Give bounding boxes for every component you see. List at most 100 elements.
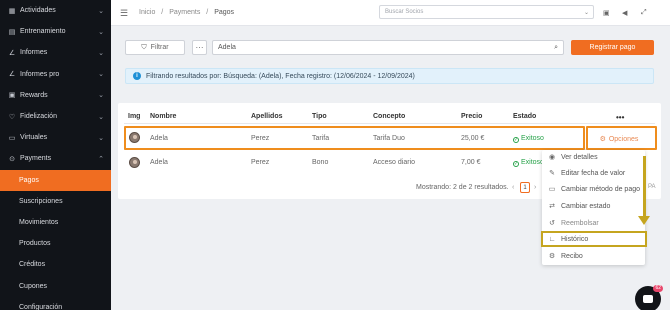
menu-item-ver-detalles[interactable]: ◉ Ver detalles — [548, 153, 598, 162]
sidebar-item-label: Informes pro — [20, 70, 60, 78]
sidebar-subitem-pagos[interactable]: Pagos — [0, 169, 111, 191]
chat-badge: 62 — [653, 285, 663, 292]
highlight-historico — [541, 231, 647, 247]
swap-icon: ⇄ — [549, 203, 555, 210]
expand-icon[interactable]: ⤢ — [641, 9, 647, 17]
column-header-img: Img — [128, 113, 141, 120]
chevron-down-icon: ⌄ — [98, 71, 104, 79]
menu-item-label: Recibo — [561, 252, 583, 260]
chevron-down-icon: ⌄ — [98, 92, 104, 100]
header-divider — [124, 123, 655, 124]
ellipsis-icon: ··· — [195, 43, 204, 52]
menu-item-label: Reembolsar — [561, 219, 599, 227]
topbar: ☰ Inicio / Payments / Pagos Buscar Socio… — [111, 0, 670, 26]
more-options-button[interactable]: ··· — [192, 40, 207, 55]
sidebar-subitem-cupones[interactable]: Cupones — [0, 275, 111, 296]
cell-concepto: Acceso diario — [373, 159, 416, 166]
pencil-icon: ✎ — [549, 170, 555, 177]
column-header-nombre[interactable]: Nombre — [150, 113, 176, 120]
menu-toggle-icon[interactable]: ☰ — [120, 8, 128, 19]
menu-item-cambiar-estado[interactable]: ⇄ Cambiar estado — [548, 202, 611, 211]
receipt-icon: ⚙ — [548, 253, 556, 260]
cell-tipo: Bono — [312, 159, 329, 166]
sidebar-item-label: Rewards — [20, 91, 48, 99]
breadcrumb-payments[interactable]: Payments — [169, 9, 200, 16]
sidebar-subitem-suscripciones[interactable]: Suscripciones — [0, 191, 111, 212]
column-header-estado[interactable]: Estado — [513, 113, 536, 120]
sidebar-item-payments[interactable]: ⊙ Payments ⌃ — [0, 148, 111, 169]
breadcrumb-pagos: Pagos — [214, 9, 235, 16]
status-label: Exitoso — [521, 159, 544, 166]
pagination-summary: Mostrando: 2 de 2 resultados. — [416, 184, 509, 191]
column-header-precio[interactable]: Precio — [461, 113, 482, 120]
highlight-row — [124, 126, 585, 150]
highlight-options — [586, 126, 657, 150]
menu-item-label: Cambiar estado — [561, 202, 611, 210]
sidebar-item-label: Informes — [20, 49, 48, 57]
check-circle-icon: ✓ — [513, 161, 519, 167]
pagination-prev[interactable]: ‹ — [512, 184, 514, 191]
heart-icon: ♡ — [8, 113, 16, 121]
megaphone-icon[interactable]: ◀ — [622, 9, 627, 17]
filter-button[interactable]: ⛉ Filtrar — [125, 40, 185, 55]
sidebar-item-virtuales[interactable]: ▭ Virtuales ⌄ — [0, 127, 111, 148]
sidebar-item-fidelizacion[interactable]: ♡ Fidelización ⌄ — [0, 106, 111, 127]
sidebar-subitem-creditos[interactable]: Créditos — [0, 254, 111, 275]
chevron-down-icon: ⌄ — [98, 28, 104, 36]
eye-icon: ◉ — [548, 154, 556, 161]
column-header-apellidos[interactable]: Apellidos — [251, 113, 283, 120]
chevron-down-icon: ⌄ — [583, 9, 589, 16]
cell-precio: 7,00 € — [461, 159, 481, 166]
calendar-icon: ▦ — [8, 7, 16, 15]
annotation-arrow-head — [638, 216, 650, 225]
menu-item-editar-fecha[interactable]: ✎ Editar fecha de valor — [548, 169, 625, 178]
filter-info-banner: i Filtrando resultados por: Búsqueda: (A… — [125, 68, 654, 84]
menu-item-cambiar-metodo[interactable]: ▭ Cambiar método de pago — [548, 185, 640, 194]
member-search-select[interactable]: Buscar Socios ⌄ — [379, 5, 594, 19]
gift-icon: ▣ — [8, 92, 16, 100]
status-badge: ✓ Exitoso — [513, 159, 544, 167]
breadcrumb-separator: / — [161, 9, 164, 16]
payments-search-input[interactable]: Adela ⌕ — [212, 40, 564, 55]
sidebar-subitem-configuracion[interactable]: Configuración — [0, 297, 111, 310]
sidebar-subitem-movimientos[interactable]: Movimientos — [0, 212, 111, 233]
dollar-circle-icon: ⊙ — [9, 155, 15, 163]
search-icon[interactable]: ⌕ — [554, 44, 563, 52]
annotation-arrow — [643, 156, 646, 218]
column-header-concepto[interactable]: Concepto — [373, 113, 405, 120]
cell-apellidos: Perez — [251, 159, 270, 166]
video-icon: ▭ — [8, 134, 16, 142]
info-icon: i — [133, 72, 141, 80]
sidebar-item-informes-pro[interactable]: ∠ Informes pro ⌄ — [0, 64, 111, 85]
menu-item-reembolsar[interactable]: ↺ Reembolsar — [548, 219, 599, 228]
chat-icon — [643, 295, 653, 303]
pagination-page[interactable]: 1 — [520, 182, 530, 193]
credit-card-icon: ▭ — [548, 186, 556, 193]
sidebar-item-rewards[interactable]: ▣ Rewards ⌄ — [0, 85, 111, 106]
refund-icon: ↺ — [549, 220, 555, 227]
filter-label: Filtrar — [150, 44, 169, 51]
sidebar-item-entrenamiento[interactable]: ▤ Entrenamiento ⌄ — [0, 21, 111, 42]
clipboard-icon: ▤ — [8, 28, 16, 36]
sidebar-subitem-productos[interactable]: Productos — [0, 233, 111, 254]
column-header-tipo[interactable]: Tipo — [312, 113, 327, 120]
chart-line-icon: ∠ — [8, 71, 16, 79]
chevron-up-icon: ⌃ — [98, 155, 104, 163]
pagination-extra: PA — [648, 184, 656, 190]
sidebar-item-informes[interactable]: ∠ Informes ⌄ — [0, 42, 111, 63]
menu-item-recibo[interactable]: ⚙ Recibo — [548, 252, 583, 261]
chat-button[interactable]: 62 — [635, 285, 663, 310]
register-payment-button[interactable]: Registrar pago — [571, 40, 654, 55]
column-header-actions[interactable]: ••• — [616, 113, 624, 122]
chevron-down-icon: ⌄ — [98, 49, 104, 57]
filter-info-text: Filtrando resultados por: Búsqueda: (Ade… — [146, 72, 415, 80]
chevron-down-icon: ⌄ — [98, 7, 104, 15]
breadcrumb-inicio[interactable]: Inicio — [139, 9, 155, 16]
sidebar-item-label: Actividades — [20, 7, 56, 15]
breadcrumb: Inicio / Payments / Pagos — [139, 9, 238, 16]
calendar-icon[interactable]: ▣ — [603, 9, 610, 17]
sidebar-item-actividades[interactable]: ▦ Actividades ⌄ — [0, 0, 111, 21]
pagination-next[interactable]: › — [534, 184, 536, 191]
sidebar: ▦ Actividades ⌄ ▤ Entrenamiento ⌄ ∠ Info… — [0, 0, 111, 310]
chevron-down-icon: ⌄ — [98, 134, 104, 142]
